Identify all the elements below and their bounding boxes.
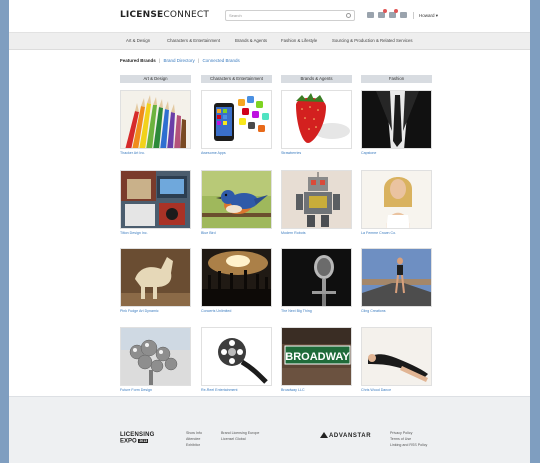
licensing-expo-logo[interactable]: LICENSING EXPO 2013 bbox=[120, 432, 154, 445]
column-header-brands-agents: Brands & Agents bbox=[281, 75, 352, 83]
brand-caption[interactable]: Thacker Art Inc. bbox=[120, 151, 145, 155]
footer-link-show-info[interactable]: Show Info bbox=[186, 431, 202, 435]
brand-tile-microphone[interactable] bbox=[281, 248, 352, 307]
brand-caption[interactable]: Blue Bird bbox=[201, 231, 216, 235]
site-footer bbox=[9, 396, 530, 463]
brand-caption[interactable]: Concerts Unlimited bbox=[201, 309, 231, 313]
logo-light-text: CONNECT bbox=[163, 10, 210, 20]
brand-caption[interactable]: Modern Robots bbox=[281, 231, 306, 235]
brand-caption[interactable]: Strawberries bbox=[281, 151, 301, 155]
browser-page: LICENSECONNECT Search Howard ▾ Art & Des… bbox=[9, 0, 530, 463]
notification-badge bbox=[383, 9, 387, 13]
brand-tile-suit-tie[interactable] bbox=[361, 90, 432, 149]
brand-caption[interactable]: Capstone bbox=[361, 151, 376, 155]
nav-item-characters[interactable]: Characters & Entertainment bbox=[167, 38, 220, 43]
brand-tile-toy-robot[interactable] bbox=[281, 170, 352, 229]
category-nav: Art & Design Characters & Entertainment … bbox=[9, 32, 530, 50]
tab-featured-brands[interactable]: Featured Brands bbox=[120, 58, 156, 63]
brand-caption[interactable]: Future Form Design bbox=[120, 388, 152, 392]
column-header-fashion: Fashion bbox=[361, 75, 432, 83]
brand-tile-bluebird[interactable] bbox=[201, 170, 272, 229]
nav-item-art-design[interactable]: Art & Design bbox=[126, 38, 150, 43]
brand-caption[interactable]: Pink Fudge Art Dynamic bbox=[120, 309, 159, 313]
search-placeholder: Search bbox=[229, 13, 242, 18]
brand-caption[interactable]: La Femme Crown Co. bbox=[361, 231, 396, 235]
search-icon[interactable] bbox=[346, 13, 351, 18]
footer-link-licensel-global[interactable]: Licensel Global bbox=[221, 437, 246, 441]
brand-caption[interactable]: Cling Creations bbox=[361, 309, 386, 313]
brand-tile-broadway-sign[interactable]: BROADWAY bbox=[281, 327, 352, 386]
brand-tile-strawberry[interactable] bbox=[281, 90, 352, 149]
footer-link-exhibitor[interactable]: Exhibitor bbox=[186, 443, 200, 447]
brand-caption[interactable]: Tilton Design Inc. bbox=[120, 231, 148, 235]
grid-icon[interactable] bbox=[367, 12, 374, 18]
brand-tile-mirror-spheres[interactable] bbox=[120, 327, 191, 386]
tab-brand-directory[interactable]: Brand Directory bbox=[163, 58, 194, 63]
site-header: LICENSECONNECT Search Howard ▾ bbox=[9, 0, 530, 30]
brand-caption[interactable]: The Next Big Thing bbox=[281, 309, 312, 313]
user-menu[interactable]: Howard ▾ bbox=[413, 12, 438, 19]
brand-tile-woman-road[interactable] bbox=[361, 248, 432, 307]
brand-tile-horse-sculpture[interactable] bbox=[120, 248, 191, 307]
brand-tile-film-reel[interactable] bbox=[201, 327, 272, 386]
brand-tile-desk-clutter[interactable] bbox=[120, 170, 191, 229]
brand-tile-smartphone-apps[interactable] bbox=[201, 90, 272, 149]
brand-tile-woman-lying[interactable] bbox=[361, 327, 432, 386]
column-header-characters: Characters & Entertainment bbox=[201, 75, 272, 83]
search-input[interactable]: Search bbox=[225, 10, 355, 21]
brand-caption[interactable]: Chris Wood Dance bbox=[361, 388, 391, 392]
brand-tile-woman-portrait[interactable] bbox=[361, 170, 432, 229]
footer-link-attendee[interactable]: Attendee bbox=[186, 437, 200, 441]
nav-item-sourcing[interactable]: Sourcing & Production & Related Services bbox=[332, 38, 413, 43]
broadway-sign-text: BROADWAY bbox=[285, 351, 350, 363]
brand-tabs: Featured Brands | Brand Directory | Conn… bbox=[120, 58, 240, 63]
bell-icon[interactable] bbox=[400, 12, 407, 18]
brand-caption[interactable]: Re-Reel Entertainment bbox=[201, 388, 238, 392]
tab-separator: | bbox=[198, 58, 200, 63]
footer-link-rss[interactable]: Linking and RSS Policy bbox=[390, 443, 427, 447]
footer-link-terms[interactable]: Terms of Use bbox=[390, 437, 411, 441]
advanstar-mark-icon bbox=[320, 432, 328, 438]
advanstar-logo[interactable]: ADVANSTAR bbox=[320, 432, 371, 439]
expo-logo-line2: EXPO bbox=[120, 438, 137, 445]
tab-separator: | bbox=[159, 58, 161, 63]
people-icon[interactable] bbox=[389, 9, 398, 18]
advanstar-text: ADVANSTAR bbox=[329, 433, 372, 439]
brand-tile-concert-crowd[interactable] bbox=[201, 248, 272, 307]
brand-tile-colored-pencils[interactable] bbox=[120, 90, 191, 149]
tab-connected-brands[interactable]: Connected Brands bbox=[202, 58, 239, 63]
expo-year: 2013 bbox=[138, 439, 149, 443]
brand-caption[interactable]: Broadway LLC bbox=[281, 388, 305, 392]
mail-icon[interactable] bbox=[378, 9, 387, 18]
footer-link-privacy[interactable]: Privacy Policy bbox=[390, 431, 412, 435]
site-logo[interactable]: LICENSECONNECT bbox=[120, 10, 209, 20]
column-header-art-design: Art & Design bbox=[120, 75, 191, 83]
notification-badge bbox=[394, 9, 398, 13]
brand-caption[interactable]: Awesome Apps bbox=[201, 151, 226, 155]
nav-item-brands-agents[interactable]: Brands & Agents bbox=[235, 38, 267, 43]
footer-link-brand-licensing-europe[interactable]: Brand Licensing Europe bbox=[221, 431, 259, 435]
logo-bold-text: LICENSE bbox=[120, 10, 164, 20]
nav-item-fashion[interactable]: Fashion & Lifestyle bbox=[281, 38, 317, 43]
